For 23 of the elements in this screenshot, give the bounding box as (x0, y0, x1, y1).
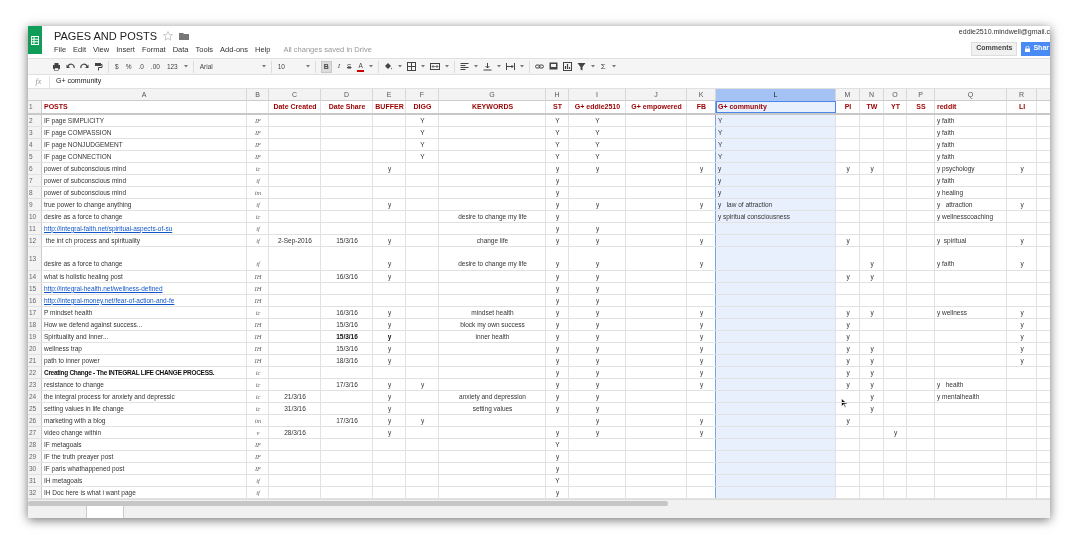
paint-roller-icon[interactable] (94, 62, 103, 71)
cursor-icon (841, 398, 848, 408)
borders-icon[interactable] (406, 62, 416, 71)
filter-icon[interactable] (576, 62, 586, 71)
comment-icon[interactable] (548, 62, 558, 71)
functions-button[interactable]: Σ (599, 60, 607, 73)
paint-bucket-icon[interactable] (383, 62, 393, 71)
link-icon[interactable] (534, 62, 544, 71)
lock-icon (1025, 45, 1031, 52)
redo-icon[interactable] (80, 62, 89, 71)
formula-label: fx (28, 75, 50, 88)
undo-icon[interactable] (66, 62, 75, 71)
folder-icon[interactable] (179, 32, 190, 40)
vertical-align-icon[interactable] (482, 62, 492, 71)
print-icon[interactable] (52, 62, 61, 71)
align-left-icon[interactable] (459, 62, 469, 71)
scrollbar[interactable] (28, 500, 668, 506)
document-title[interactable]: PAGES AND POSTS (54, 27, 158, 45)
chart-icon[interactable] (562, 62, 572, 71)
sheets-logo-icon[interactable] (28, 26, 42, 54)
text-wrap-icon[interactable] (505, 62, 515, 71)
merge-cells-icon[interactable] (429, 62, 440, 71)
star-icon[interactable] (163, 31, 174, 41)
